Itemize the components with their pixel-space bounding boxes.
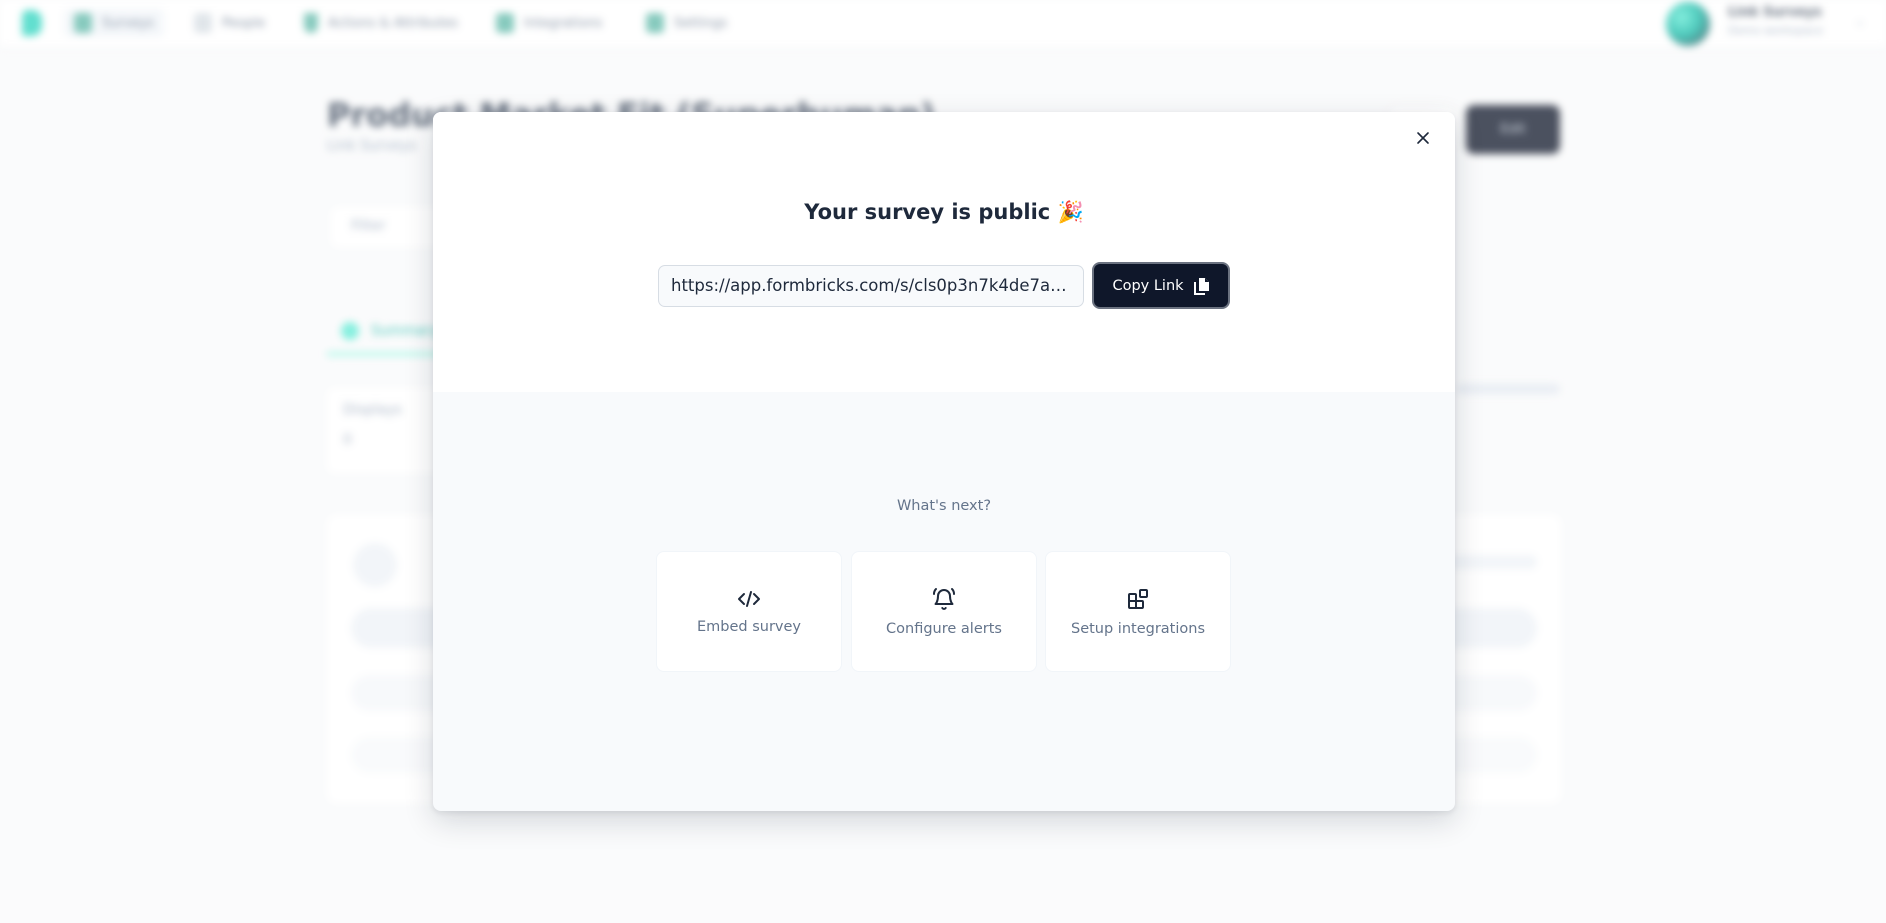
modal-header-section (433, 112, 1455, 392)
embed-survey-card[interactable]: Embed survey (656, 551, 842, 672)
code-icon (738, 590, 760, 607)
survey-url-field[interactable]: https://app.formbricks.com/s/cls0p3n7k4d… (658, 265, 1084, 307)
close-button[interactable] (1411, 126, 1435, 150)
blocks-icon (1128, 588, 1148, 609)
close-icon (1417, 132, 1429, 144)
card-label: Embed survey (696, 618, 801, 635)
whats-next-label: What's next? (896, 498, 992, 514)
share-survey-modal: Your survey is public 🎉 https://app.form… (433, 112, 1455, 811)
bell-ring-icon (933, 587, 955, 610)
card-label: Setup integrations (1070, 620, 1206, 637)
setup-integrations-card[interactable]: Setup integrations (1045, 551, 1231, 672)
configure-alerts-card[interactable]: Configure alerts (851, 551, 1037, 672)
card-label: Configure alerts (886, 620, 1002, 637)
copy-icon (1193, 277, 1209, 295)
copy-link-button[interactable]: Copy Link (1092, 262, 1230, 309)
copy-link-label: Copy Link (1112, 277, 1184, 294)
modal-title: Your survey is public 🎉 (804, 200, 1084, 224)
